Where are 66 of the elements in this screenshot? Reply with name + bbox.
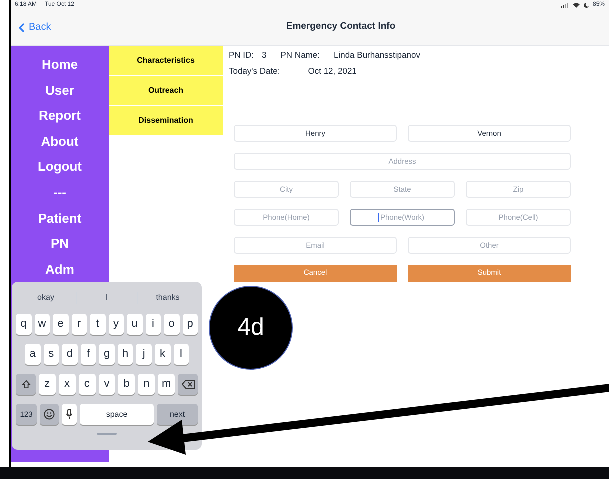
text-cursor [378, 212, 379, 222]
key[interactable]: d [62, 344, 78, 365]
emoji-icon [44, 409, 55, 420]
wifi-icon [572, 2, 580, 8]
chevron-left-icon [19, 22, 25, 32]
section-button[interactable]: Outreach [109, 76, 223, 105]
key[interactable]: v [98, 374, 116, 395]
emoji-key[interactable] [40, 404, 59, 425]
key[interactable]: j [136, 344, 152, 365]
sidebar-item[interactable]: --- [54, 180, 66, 206]
sidebar-item[interactable]: Report [39, 103, 81, 129]
section-button[interactable]: Dissemination [109, 106, 223, 135]
key[interactable]: k [154, 344, 170, 365]
suggestion[interactable]: okay [16, 292, 76, 304]
sidebar-item[interactable]: User [46, 78, 74, 104]
sidebar-item[interactable]: Home [42, 52, 78, 78]
shift-icon [22, 380, 30, 389]
key[interactable]: x [58, 374, 76, 395]
backspace-icon [182, 380, 195, 389]
key[interactable]: p [182, 314, 198, 335]
signal-icon [560, 2, 569, 8]
key[interactable]: q [16, 314, 32, 335]
key[interactable]: f [80, 344, 96, 365]
pn-name-value: Linda Burhansstipanov [334, 49, 420, 62]
key[interactable]: c [78, 374, 96, 395]
key[interactable]: l [174, 344, 190, 365]
date-value: Oct 12, 2021 [308, 64, 357, 78]
next-key[interactable]: next [157, 404, 198, 425]
key[interactable]: z [39, 374, 56, 395]
key[interactable]: s [44, 344, 60, 365]
key[interactable]: m [158, 374, 176, 395]
sidebar-item[interactable]: Patient [38, 206, 82, 232]
sidebar-item[interactable]: Adm [46, 256, 74, 282]
sidebar-item[interactable]: PN [50, 231, 70, 257]
back-button[interactable]: Back [11, 20, 52, 35]
pn-name-label: PN Name: [280, 49, 320, 62]
screen-title: Emergency Contact Info [285, 20, 397, 34]
key[interactable]: y [108, 314, 124, 335]
key[interactable]: u [127, 314, 142, 335]
key[interactable]: a [25, 344, 41, 365]
key[interactable]: t [90, 314, 106, 335]
key[interactable]: h [118, 344, 134, 365]
microphone-icon [66, 409, 73, 420]
space-key[interactable]: space [80, 404, 154, 425]
key[interactable]: b [118, 374, 136, 395]
suggestion[interactable]: I [76, 292, 137, 304]
key[interactable]: r [72, 314, 87, 335]
step-badge: 4d [209, 286, 293, 370]
suggestion[interactable]: thanks [137, 292, 198, 304]
sidebar-item[interactable]: Logout [38, 154, 82, 180]
key[interactable]: g [99, 344, 115, 365]
moon-icon [584, 2, 589, 8]
pn-id-label: PN ID: [229, 49, 254, 62]
key[interactable]: i [146, 314, 161, 335]
date-label: Today's Date: [229, 64, 280, 78]
key[interactable]: o [164, 314, 180, 335]
section-button[interactable]: Characteristics [109, 46, 223, 75]
backspace-key[interactable] [178, 374, 198, 395]
shift-key[interactable] [16, 374, 36, 395]
sidebar-item[interactable]: About [41, 128, 79, 154]
microphone-key[interactable] [62, 404, 77, 425]
key[interactable]: w [34, 314, 50, 335]
pn-id-value: 3 [262, 49, 267, 62]
key[interactable]: n [138, 374, 156, 395]
key[interactable]: e [53, 314, 68, 335]
drag-handle[interactable] [97, 433, 117, 435]
